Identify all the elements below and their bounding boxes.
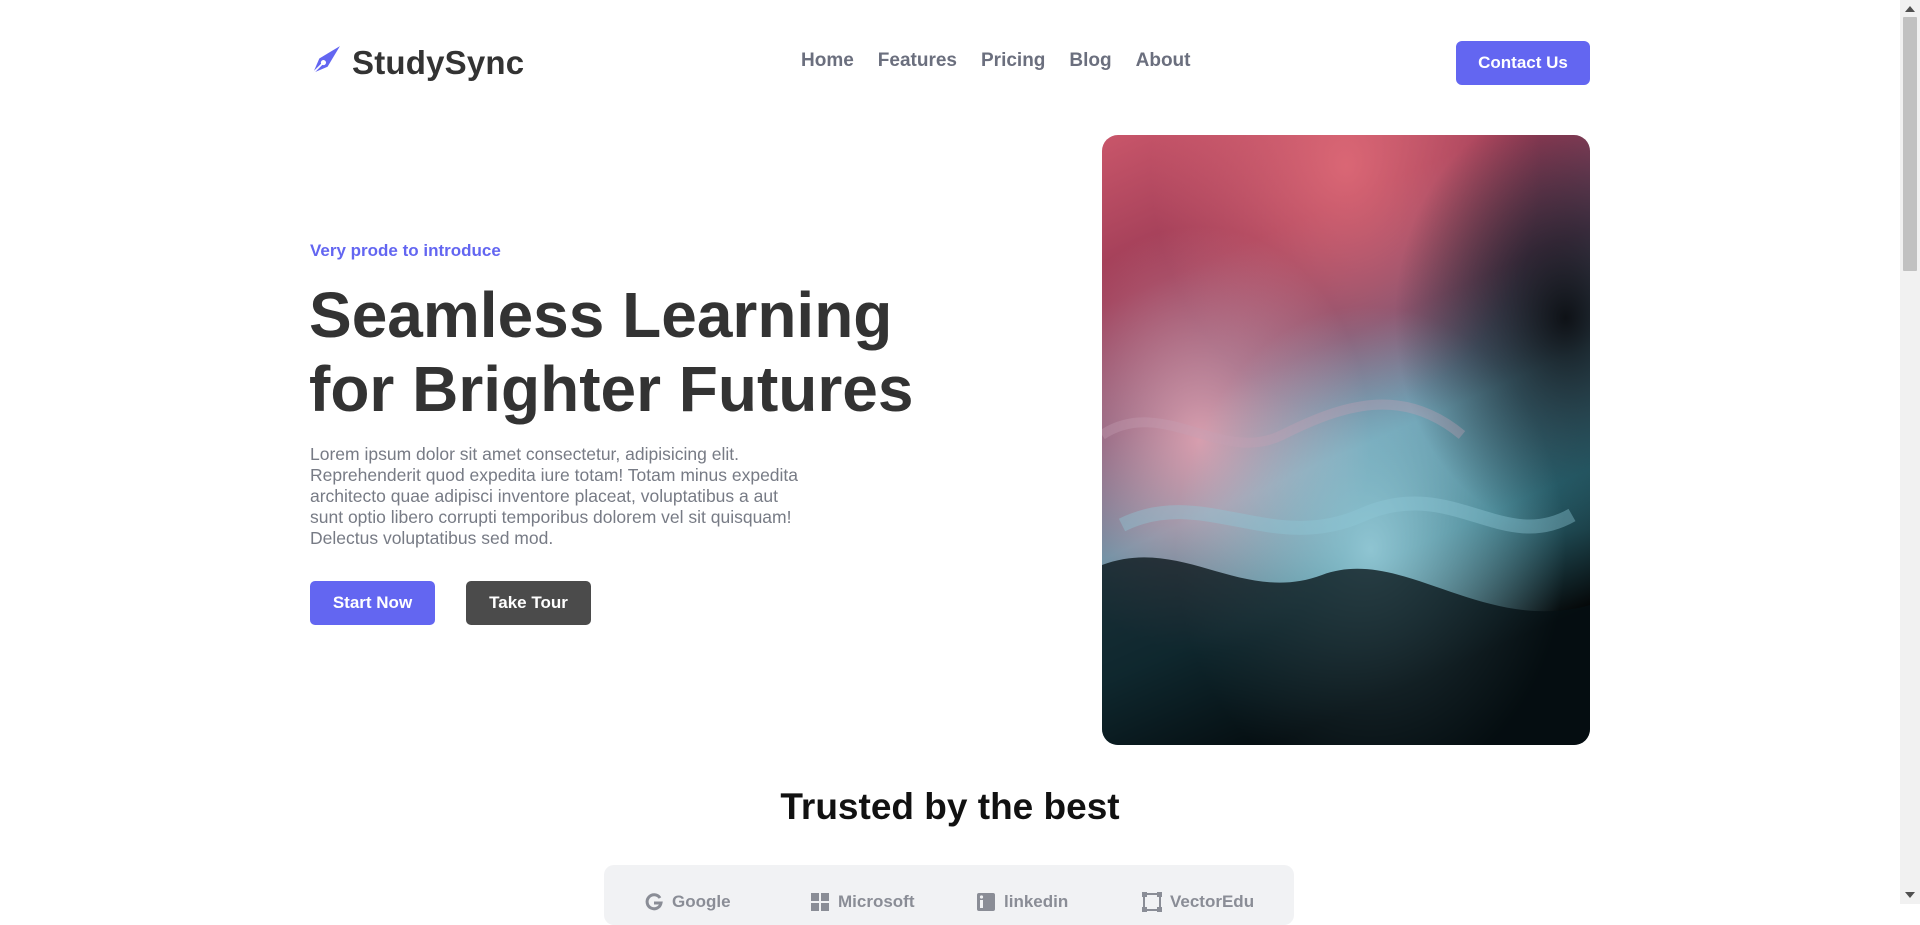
hero-eyebrow: Very prode to introduce [310,241,501,260]
trusted-title: Trusted by the best [780,786,1120,827]
nav-link-blog[interactable]: Blog [1069,50,1111,72]
hero-image [1102,135,1590,745]
nav-link-about[interactable]: About [1136,50,1191,72]
pen-nib-icon [309,44,342,82]
partner-logos: Google Microsoft linkedin VectorEdu [604,865,1294,925]
scroll-thumb[interactable] [1903,17,1917,271]
logo-google: Google [644,892,731,912]
nav-link-features[interactable]: Features [878,50,957,72]
vector-icon [1142,892,1162,912]
contact-us-button[interactable]: Contact Us [1456,41,1590,85]
microsoft-icon [810,892,830,912]
brand-name: StudySync [352,44,525,81]
take-tour-button[interactable]: Take Tour [466,581,591,625]
scroll-down-arrow-icon[interactable] [1905,892,1915,898]
hero-headline: Seamless Learning for Brighter Futures [309,278,949,426]
logo-microsoft: Microsoft [810,892,915,912]
site-header: StudySync Home Features Pricing Blog Abo… [0,0,1900,126]
page-scrollbar[interactable] [1900,0,1920,904]
google-icon [644,892,664,912]
hero-description: Lorem ipsum dolor sit amet consectetur, … [310,444,799,548]
logo-linkedin-label: linkedin [1004,892,1069,911]
logo-vectoredu-label: VectorEdu [1170,892,1255,911]
nav-link-home[interactable]: Home [801,50,854,72]
logo-linkedin: linkedin [976,892,1068,912]
scroll-up-arrow-icon[interactable] [1905,6,1915,12]
logo-google-label: Google [672,892,731,911]
main-nav: Home Features Pricing Blog About [801,50,1191,72]
start-now-button[interactable]: Start Now [310,581,435,625]
hero-headline-line-1: Seamless Learning [309,279,893,351]
logo-microsoft-label: Microsoft [838,892,915,911]
linkedin-icon [976,892,996,912]
brand-logo[interactable]: StudySync [309,44,524,82]
logo-vectoredu: VectorEdu [1142,892,1254,912]
nav-link-pricing[interactable]: Pricing [981,50,1045,72]
hero-headline-line-2: for Brighter Futures [309,353,914,425]
